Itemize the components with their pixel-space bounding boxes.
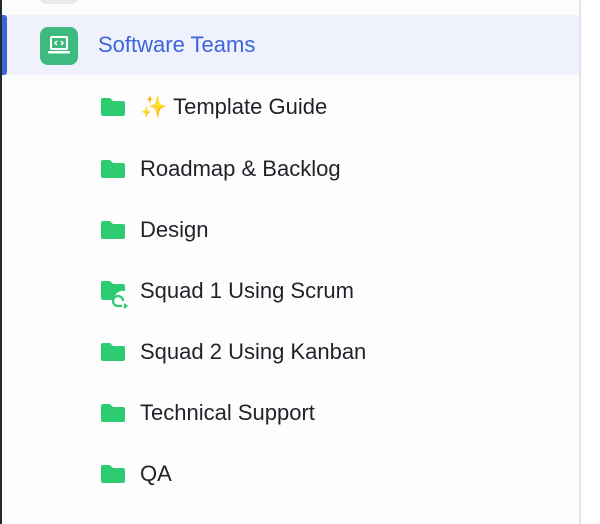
folder-item[interactable]: Roadmap & Backlog	[100, 149, 341, 189]
folder-icon	[100, 97, 126, 117]
sidebar-panel	[2, 0, 579, 524]
space-label: Software Teams	[98, 32, 256, 57]
space-item-software-teams[interactable]	[2, 15, 579, 75]
folder-label: QA	[140, 461, 172, 486]
folder-icon	[100, 159, 126, 179]
folder-item[interactable]: QA	[100, 454, 172, 494]
folder-icon	[100, 220, 126, 240]
folder-item[interactable]: Squad 1 Using Scrum	[100, 271, 354, 311]
folder-icon	[100, 403, 126, 423]
folder-label: Roadmap & Backlog	[140, 156, 341, 181]
sidebar-border[interactable]	[579, 0, 581, 524]
folder-sprint-icon	[100, 281, 128, 309]
folder-label: Technical Support	[140, 400, 315, 425]
folder-label: Design	[140, 217, 209, 242]
folder-label: Squad 2 Using Kanban	[140, 339, 367, 364]
folder-item[interactable]: Technical Support	[100, 393, 315, 433]
folder-item[interactable]: ✨ Template Guide	[100, 87, 327, 127]
active-indicator	[2, 15, 7, 75]
folder-label: Squad 1 Using Scrum	[140, 278, 354, 303]
laptop-code-icon	[40, 27, 78, 65]
folder-label: ✨ Template Guide	[140, 94, 328, 119]
folder-icon	[100, 342, 126, 362]
previous-item-stub	[40, 0, 78, 4]
folder-icon	[100, 464, 126, 484]
folder-item[interactable]: Squad 2 Using Kanban	[100, 332, 366, 372]
folder-item[interactable]: Design	[100, 210, 208, 250]
